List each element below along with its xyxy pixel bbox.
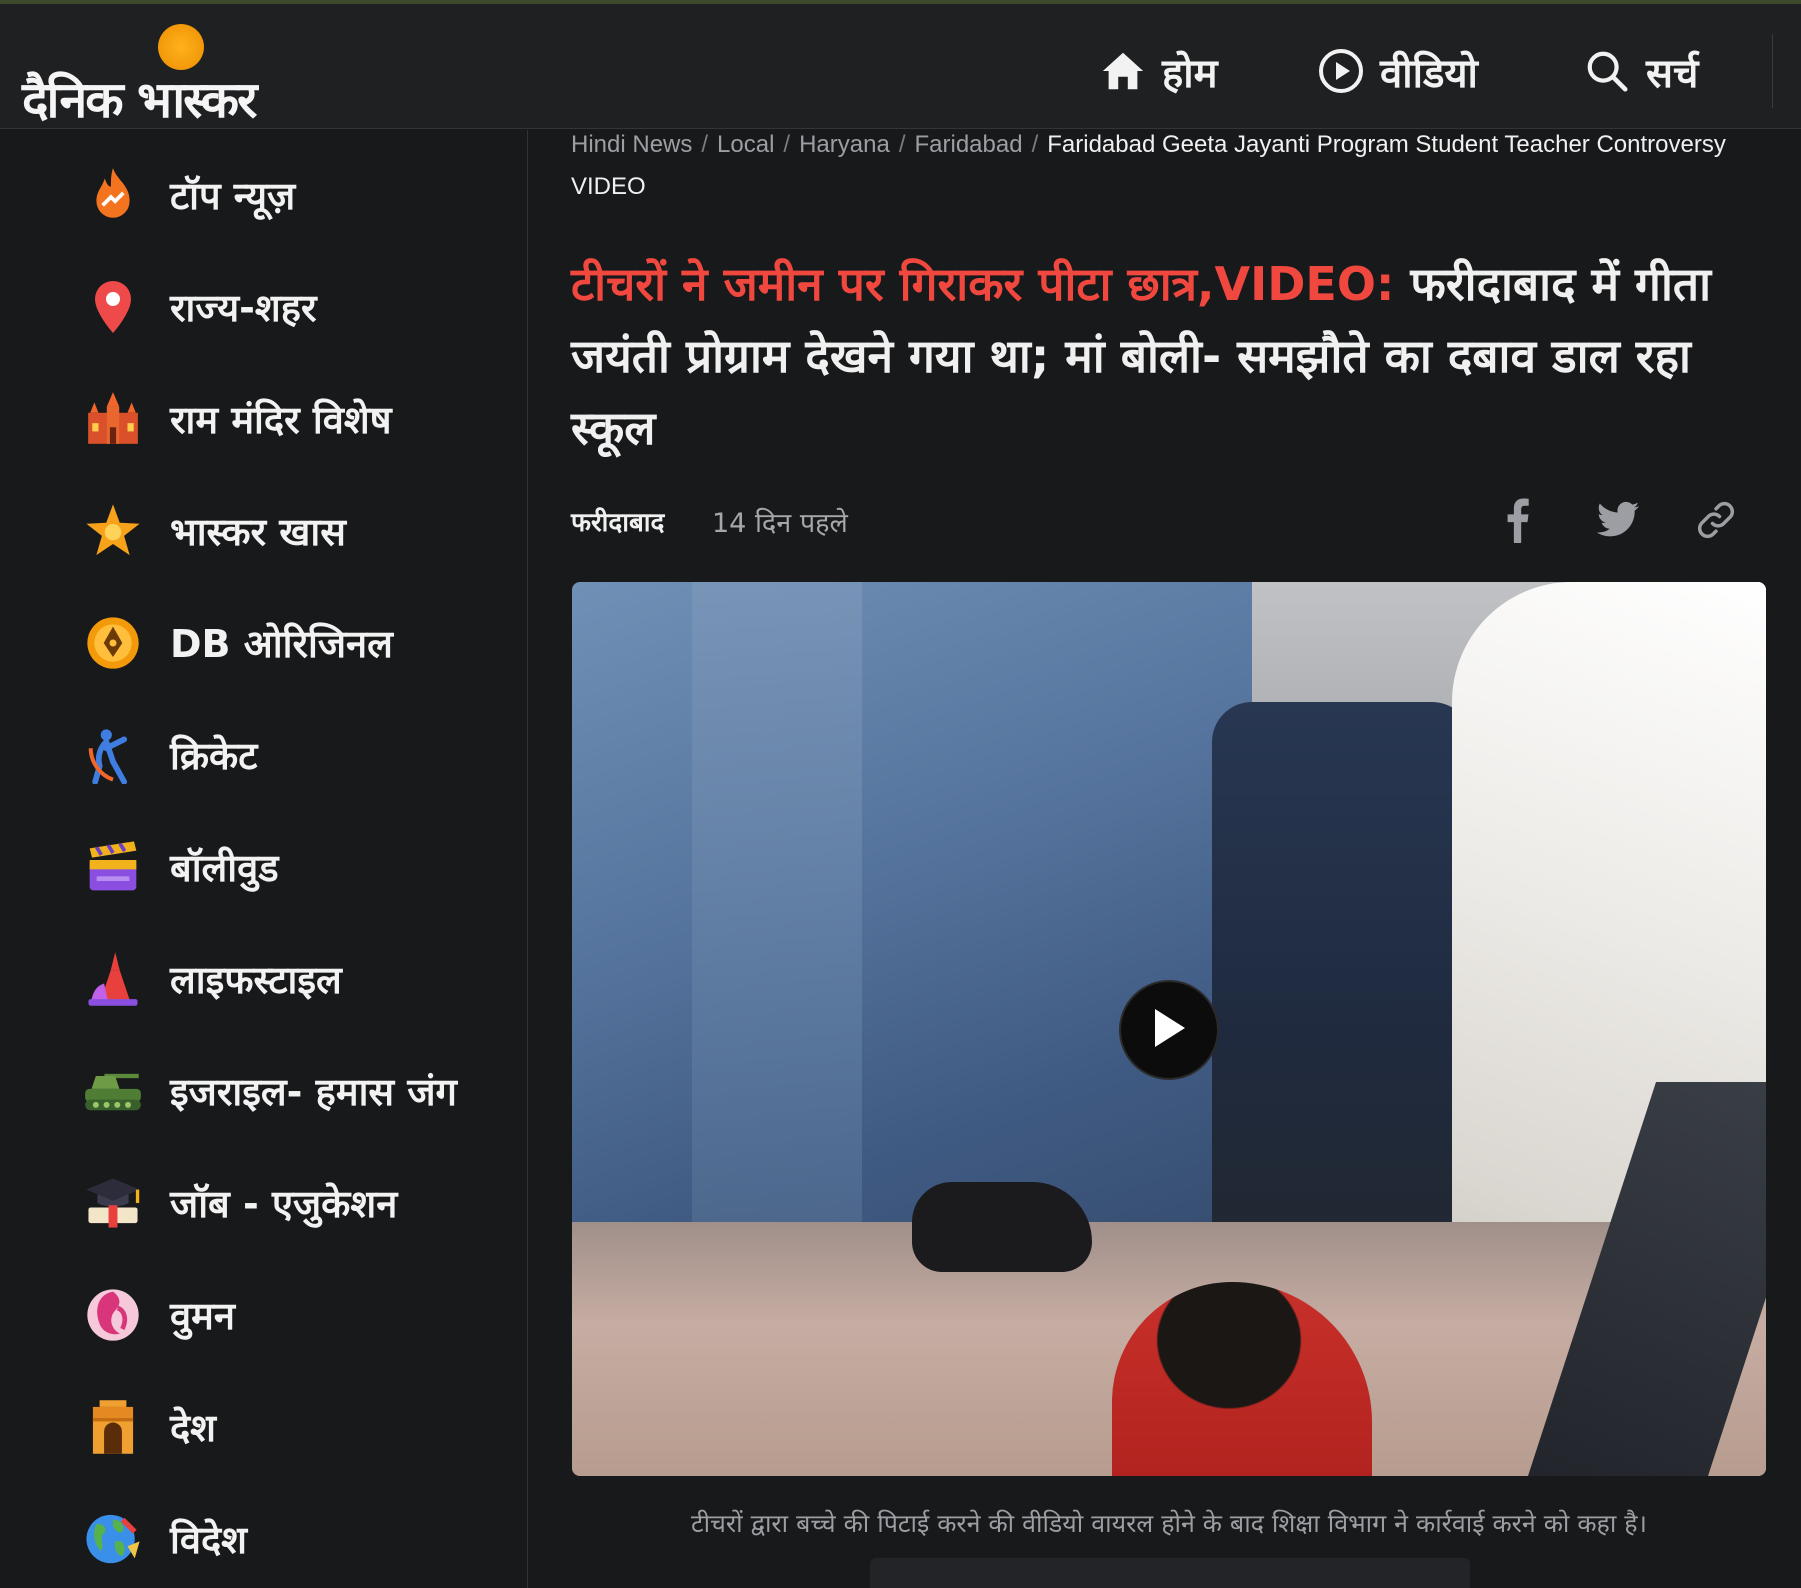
article-timestamp: 14 दिन पहले [712, 508, 848, 539]
article-headline: टीचरों ने जमीन पर गिराकर पीटा छात्र,VIDE… [571, 248, 1731, 464]
nav-video-label: वीडियो [1380, 50, 1478, 97]
link-icon [1695, 499, 1737, 545]
sidebar: टॉप न्यूज़ राज्य-शहर राम मंदिर विशेष भास… [0, 130, 528, 1588]
breadcrumb-separator: / [1031, 131, 1039, 158]
breadcrumb: Hindi News / Local / Haryana / Faridabad / Farid… [571, 124, 1771, 208]
sidebar-item-label: क्रिकेट [170, 734, 258, 778]
sidebar-item-bollywood[interactable]: बॉलीवुड [82, 827, 279, 907]
sidebar-item-label: लाइफस्टाइल [170, 958, 342, 1002]
share-twitter-button[interactable] [1590, 494, 1646, 550]
sidebar-item-top-news[interactable]: टॉप न्यूज़ [82, 155, 295, 235]
sidebar-item-label: विदेश [170, 1518, 247, 1562]
sidebar-item-woman[interactable]: वुमन [82, 1275, 235, 1355]
sidebar-item-label: राम मंदिर विशेष [170, 398, 392, 442]
logo-text: दैनिक भास्कर [22, 71, 257, 129]
header-divider [1772, 34, 1773, 108]
fire-icon [82, 164, 144, 226]
sidebar-item-label: DB ओरिजिनल [170, 622, 393, 666]
clapperboard-icon [82, 836, 144, 898]
headline-highlight: टीचरों ने जमीन पर गिराकर पीटा छात्र,VIDE… [571, 257, 1395, 311]
star-icon [82, 500, 144, 562]
home-icon [1098, 46, 1148, 96]
nav-search[interactable]: सर्च [1582, 36, 1698, 106]
sidebar-item-lifestyle[interactable]: लाइफस्टाइल [82, 939, 342, 1019]
sidebar-item-abroad[interactable]: विदेश [82, 1499, 247, 1579]
sidebar-item-label: टॉप न्यूज़ [170, 174, 296, 218]
nav-home-label: होम [1162, 50, 1218, 97]
sidebar-item-label: देश [170, 1406, 217, 1450]
woman-face-icon [82, 1284, 144, 1346]
copy-link-button[interactable] [1688, 494, 1744, 550]
sidebar-item-label: राज्य-शहर [170, 286, 317, 330]
breadcrumb-separator: / [898, 131, 906, 158]
article-location[interactable]: फरीदाबाद [571, 503, 664, 539]
sidebar-item-bhaskar-khas[interactable]: भास्कर खास [82, 491, 346, 571]
sidebar-item-state-city[interactable]: राज्य-शहर [82, 267, 317, 347]
sidebar-item-db-original[interactable]: DB ओरिजिनल [82, 603, 393, 683]
india-gate-icon [82, 1396, 144, 1458]
tank-icon [82, 1060, 144, 1122]
sidebar-item-ram-mandir[interactable]: राम मंदिर विशेष [82, 379, 392, 459]
nav-search-label: सर्च [1646, 50, 1699, 97]
sidebar-item-label: इजराइल- हमास जंग [170, 1070, 457, 1114]
play-icon [1149, 1006, 1189, 1054]
cricket-player-icon [82, 724, 144, 786]
facebook-icon [1502, 497, 1532, 547]
sidebar-item-israel-hamas-war[interactable]: इजराइल- हमास जंग [82, 1051, 457, 1131]
sidebar-item-label: जॉब - एजुकेशन [170, 1182, 398, 1226]
search-icon [1582, 46, 1632, 96]
sidebar-item-country[interactable]: देश [82, 1387, 216, 1467]
bottom-panel [870, 1558, 1470, 1588]
dress-icon [82, 948, 144, 1010]
sidebar-item-job-education[interactable]: जॉब - एजुकेशन [82, 1163, 397, 1243]
breadcrumb-faridabad[interactable]: Faridabad [914, 131, 1022, 158]
video-play-button[interactable] [1119, 980, 1219, 1080]
breadcrumb-separator: / [701, 131, 709, 158]
breadcrumb-hindi-news[interactable]: Hindi News [571, 131, 692, 158]
sidebar-item-label: वुमन [170, 1294, 235, 1338]
breadcrumb-haryana[interactable]: Haryana [799, 131, 890, 158]
nav-video[interactable]: वीडियो [1316, 36, 1478, 106]
breadcrumb-local[interactable]: Local [717, 131, 774, 158]
sidebar-item-label: बॉलीवुड [170, 846, 279, 890]
sidebar-item-label: भास्कर खास [170, 510, 346, 554]
site-logo[interactable]: दैनिक भास्कर [20, 14, 310, 129]
share-facebook-button[interactable] [1489, 494, 1545, 550]
nav-home[interactable]: होम [1098, 36, 1218, 106]
top-header: दैनिक भास्कर होम वीडियो सर्च [0, 4, 1801, 129]
pen-nib-icon [82, 612, 144, 674]
graduation-cap-icon [82, 1172, 144, 1234]
breadcrumb-separator: / [783, 131, 791, 158]
video-caption: टीचरों द्वारा बच्चे की पिटाई करने की वीड… [690, 1509, 1648, 1538]
play-circle-icon [1316, 46, 1366, 96]
globe-icon [82, 1508, 144, 1570]
twitter-icon [1596, 501, 1640, 543]
sidebar-item-cricket[interactable]: क्रिकेट [82, 715, 257, 795]
article-video-player[interactable] [572, 582, 1766, 1476]
temple-icon [82, 388, 144, 450]
location-pin-icon [82, 276, 144, 338]
